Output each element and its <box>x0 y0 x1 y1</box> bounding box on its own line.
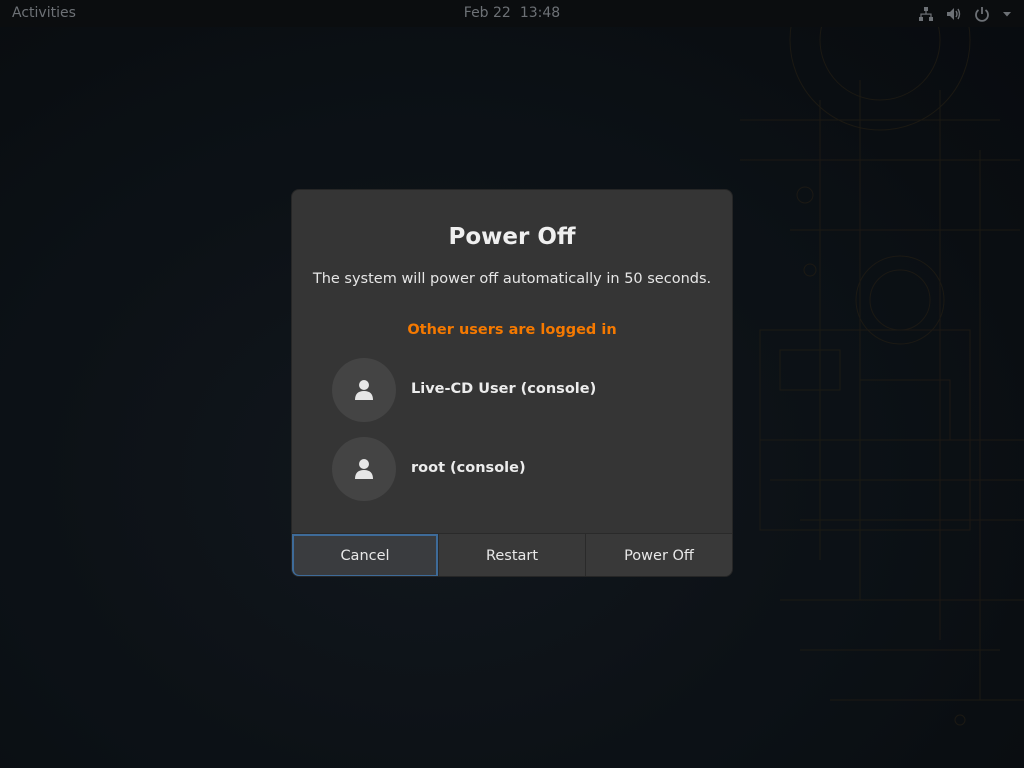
logged-in-users-warning: Other users are logged in <box>407 322 617 338</box>
power-off-button[interactable]: Power Off <box>586 534 732 576</box>
avatar <box>332 358 396 422</box>
user-item: Live-CD User (console) <box>332 358 692 422</box>
restart-button[interactable]: Restart <box>439 534 586 576</box>
clock: Feb 22 13:48 <box>0 5 1024 21</box>
system-tray[interactable] <box>918 4 1012 23</box>
user-icon <box>355 380 373 400</box>
dialog-button-bar: Cancel Restart Power Off <box>292 533 732 576</box>
power-off-dialog: Power Off The system will power off auto… <box>291 189 733 577</box>
volume-icon <box>946 6 962 22</box>
user-name: root (console) <box>411 460 526 476</box>
user-icon <box>355 459 373 479</box>
clock-button[interactable]: Feb 22 13:48 <box>464 5 560 21</box>
user-name: Live-CD User (console) <box>411 381 597 397</box>
user-item: root (console) <box>332 437 692 501</box>
top-bar: Activities Feb 22 13:48 <box>0 0 1024 27</box>
clock-date: Feb 22 <box>463 5 511 21</box>
avatar <box>332 437 396 501</box>
clock-time: 13:48 <box>519 5 561 21</box>
dialog-description: The system will power off automatically … <box>312 271 712 287</box>
activities-button[interactable]: Activities <box>12 5 76 21</box>
dialog-title: Power Off <box>448 224 576 250</box>
power-icon <box>974 6 990 22</box>
chevron-down-icon <box>1002 9 1012 19</box>
network-icon <box>918 6 934 22</box>
cancel-button[interactable]: Cancel <box>292 534 439 576</box>
